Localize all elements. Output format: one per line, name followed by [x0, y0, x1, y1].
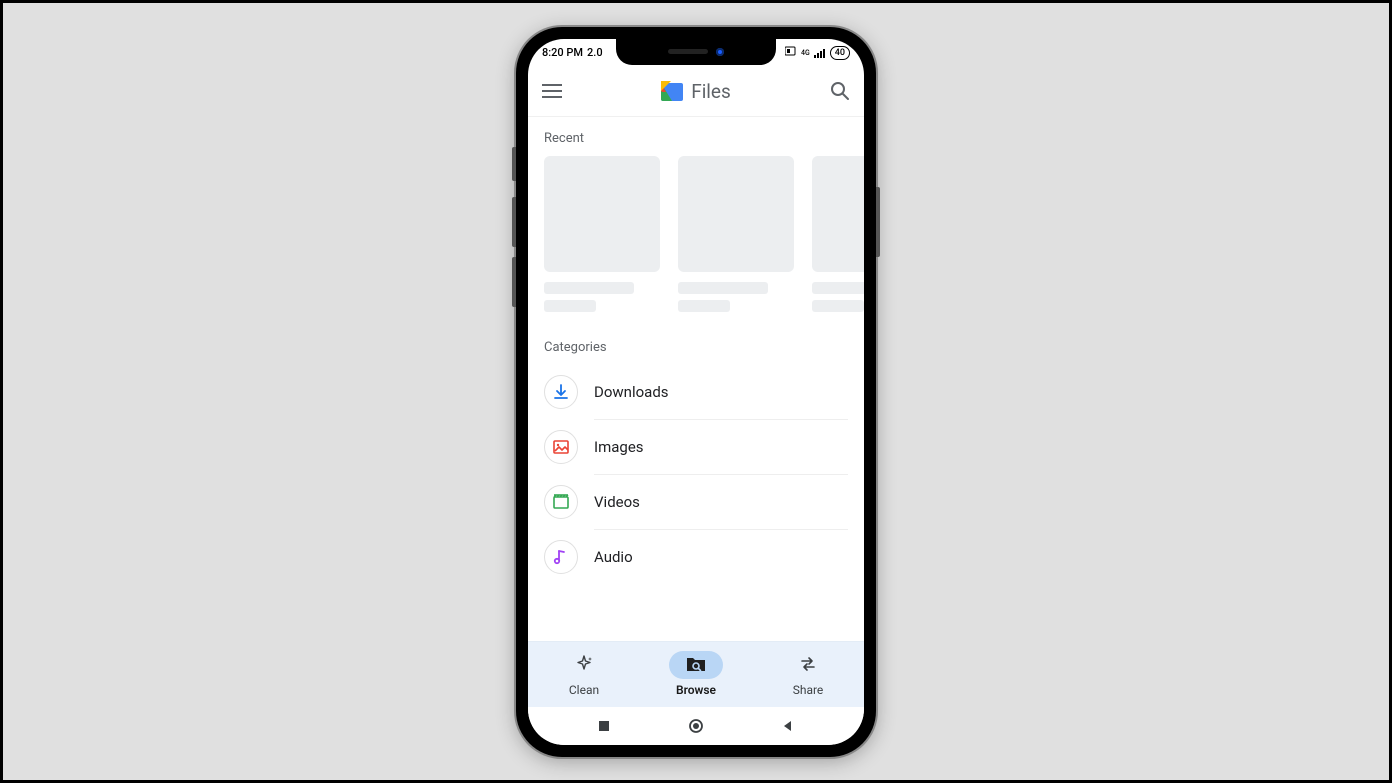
recent-item-placeholder[interactable] [812, 156, 864, 312]
volume-down-button [512, 257, 516, 307]
recent-line-placeholder [678, 300, 730, 312]
bottom-nav: Clean Browse Share [528, 641, 864, 707]
categories-section: Categories Downloads Images [528, 336, 864, 584]
nav-clean[interactable]: Clean [539, 651, 629, 697]
nav-pill [781, 651, 835, 679]
recent-item-placeholder[interactable] [678, 156, 794, 312]
image-icon [544, 430, 578, 464]
search-button[interactable] [822, 81, 850, 101]
categories-section-label: Categories [528, 336, 864, 365]
recent-apps-button[interactable] [584, 719, 624, 733]
battery-indicator: 40 [830, 46, 850, 60]
screen: 8:20 PM 2.0 4G 40 [528, 39, 864, 745]
sim-icon [785, 46, 797, 59]
recent-line-placeholder [812, 282, 864, 294]
recent-row[interactable] [528, 156, 864, 312]
back-button[interactable] [768, 719, 808, 733]
category-label: Videos [594, 493, 640, 511]
network-label: 4G [801, 49, 810, 57]
recent-line-placeholder [812, 300, 864, 312]
notch [616, 39, 776, 65]
content-area: Recent Categories [528, 117, 864, 641]
nav-label: Browse [676, 683, 716, 697]
recent-section-label: Recent [528, 127, 864, 156]
system-nav [528, 707, 864, 745]
app-title: Files [570, 80, 822, 103]
speaker-grille [668, 49, 708, 54]
nav-pill [669, 651, 723, 679]
recent-item-placeholder[interactable] [544, 156, 660, 312]
files-logo-icon [661, 81, 683, 101]
recent-line-placeholder [544, 300, 596, 312]
video-icon [544, 485, 578, 519]
recent-line-placeholder [678, 282, 768, 294]
category-images[interactable]: Images [528, 420, 864, 474]
status-time: 8:20 PM [542, 46, 583, 59]
phone-frame: 8:20 PM 2.0 4G 40 [516, 27, 876, 757]
sparkle-icon [574, 654, 594, 677]
category-label: Audio [594, 548, 633, 566]
front-camera [716, 48, 724, 56]
signal-icon [814, 48, 826, 58]
swap-icon [798, 654, 818, 677]
category-label: Images [594, 438, 644, 456]
category-audio[interactable]: Audio [528, 530, 864, 584]
volume-up-button [512, 197, 516, 247]
category-videos[interactable]: Videos [528, 475, 864, 529]
nav-share[interactable]: Share [763, 651, 853, 697]
nav-browse[interactable]: Browse [651, 651, 741, 697]
side-button [512, 147, 516, 181]
recent-thumb-placeholder [678, 156, 794, 272]
recent-thumb-placeholder [544, 156, 660, 272]
download-icon [544, 375, 578, 409]
app-header: Files [528, 67, 864, 117]
nav-label: Clean [569, 683, 599, 697]
status-extra: 2.0 [587, 46, 603, 59]
folder-search-icon [685, 654, 707, 677]
category-downloads[interactable]: Downloads [528, 365, 864, 419]
nav-pill [557, 651, 611, 679]
category-label: Downloads [594, 383, 669, 401]
audio-icon [544, 540, 578, 574]
app-title-text: Files [691, 80, 731, 103]
nav-label: Share [793, 683, 824, 697]
home-button[interactable] [676, 718, 716, 734]
menu-button[interactable] [542, 84, 570, 98]
recent-line-placeholder [544, 282, 634, 294]
battery-level: 40 [835, 48, 845, 58]
power-button [876, 187, 880, 257]
recent-thumb-placeholder [812, 156, 864, 272]
